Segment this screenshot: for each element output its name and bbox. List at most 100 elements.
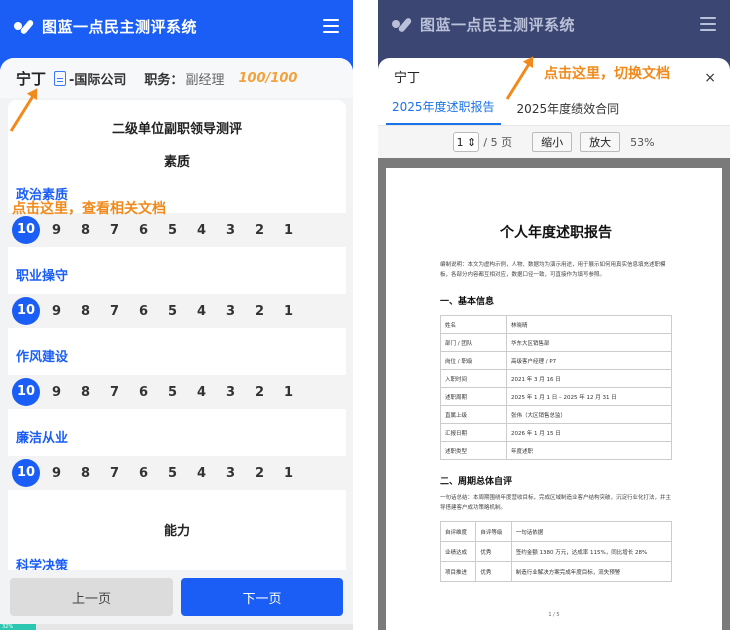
rating-row: 10 9 8 7 6 5 4 3 2 1 (8, 456, 346, 490)
app-header: 图蓝一点民主测评系统 (0, 0, 353, 52)
user-company: -国际公司 (69, 72, 127, 88)
rating-option[interactable]: 6 (129, 223, 158, 238)
rating-option[interactable]: 5 (158, 304, 187, 319)
annotation-switch-doc: 点击这里，切换文档 (544, 66, 670, 82)
item-label-ethics: 职业操守 (16, 269, 69, 284)
prev-page-button[interactable]: 上一页 (10, 578, 173, 616)
doc-summary: 一句话总结：本周期围绕年度营收目标，完成区域制造业客户结构突破，沉淀行业化打法，… (440, 495, 672, 511)
document-icon[interactable] (54, 70, 67, 86)
doc-title: 个人年度述职报告 (500, 225, 612, 241)
rating-option[interactable]: 1 (274, 385, 303, 400)
next-page-button[interactable]: 下一页 (181, 578, 343, 616)
document-tabs: 2025年度述职报告 2025年度绩效合同 (378, 94, 730, 126)
rating-option[interactable]: 4 (187, 466, 216, 481)
table-row: 项目推进 优秀 制造行业解决方案完成年度目标，流失预警 (439, 561, 673, 582)
rating-option-selected[interactable]: 10 (12, 459, 40, 487)
survey-title: 二级单位副职领导测评 (111, 122, 242, 137)
zoom-in-button[interactable]: 放大 (580, 132, 621, 152)
sheet-title: 宁丁 (394, 70, 421, 86)
table-row: 入职时间 2021 年 3 月 16 日 (440, 369, 672, 388)
rating-option[interactable]: 3 (216, 304, 245, 319)
rating-option[interactable]: 3 (216, 466, 245, 481)
basic-info-table: 姓名 林晓晴 部门 / 团队 华东大区销售部 岗位 / 职级 高级客户经理 / P7 … (440, 315, 672, 460)
progress-fill: 32% (0, 624, 36, 630)
rating-option[interactable]: 7 (100, 223, 129, 238)
rating-option[interactable]: 6 (129, 385, 158, 400)
rating-option[interactable]: 5 (158, 466, 187, 481)
section-title-quality: 素质 (163, 155, 190, 170)
hamburger-menu-icon (700, 17, 716, 31)
table-row: 自评维度 自评等级 一句话依据 (439, 521, 673, 542)
tab-report[interactable]: 2025年度述职报告 (386, 98, 501, 125)
rating-option[interactable]: 9 (42, 304, 71, 319)
rating-option[interactable]: 4 (187, 223, 216, 238)
app-logo-icon (14, 16, 38, 36)
duty-label: 职务： (144, 72, 184, 88)
rating-option[interactable]: 7 (100, 466, 129, 481)
rating-option[interactable]: 8 (71, 223, 100, 238)
rating-option[interactable]: 8 (71, 385, 100, 400)
rating-option[interactable]: 1 (274, 304, 303, 319)
page-select-value: 1 (456, 135, 464, 149)
rating-option[interactable]: 9 (42, 385, 71, 400)
rating-option[interactable]: 9 (42, 466, 71, 481)
survey-card: 二级单位副职领导测评 素质 政治素质 10 9 8 7 6 5 4 3 2 1 … (8, 100, 346, 580)
document-screen: 图蓝一点民主测评系统 宁丁 × 2025年度述职报告 2025年度绩效合同 1 … (378, 0, 730, 630)
rating-option[interactable]: 7 (100, 304, 129, 319)
rating-option-selected[interactable]: 10 (12, 378, 40, 406)
duty-value: 副经理 (185, 72, 225, 88)
zoom-out-button[interactable]: 缩小 (532, 132, 573, 152)
rating-option[interactable]: 9 (42, 223, 71, 238)
rating-option[interactable]: 6 (129, 466, 158, 481)
item-label-integrity: 廉洁从业 (16, 431, 69, 446)
pdf-viewer[interactable]: 个人年度述职报告 编制说明：本文为虚构示例，人物、数据均为演示用途，用于展示如何… (378, 158, 730, 630)
rating-option[interactable]: 2 (245, 466, 274, 481)
rating-option[interactable]: 8 (71, 466, 100, 481)
app-title: 图蓝一点民主测评系统 (420, 15, 576, 34)
page-total: / 5 页 (483, 136, 513, 149)
hamburger-menu-icon[interactable] (323, 19, 339, 33)
score-badge: 100/100 (238, 70, 298, 86)
document-sheet: 宁丁 × 2025年度述职报告 2025年度绩效合同 1 ⇕ / 5 页 缩小 … (378, 58, 730, 630)
pdf-page: 个人年度述职报告 编制说明：本文为虚构示例，人物、数据均为演示用途，用于展示如何… (386, 168, 722, 630)
doc-note: 编制说明：本文为虚构示例，人物、数据均为演示用途，用于展示如何用真实信息填充述职… (440, 262, 666, 278)
rating-option[interactable]: 2 (245, 385, 274, 400)
rating-option[interactable]: 7 (100, 385, 129, 400)
self-eval-table: 自评维度 自评等级 一句话依据 业绩达成 优秀 签约金额 1380 万元，达成率 115… (439, 521, 673, 582)
table-row: 述职类型 年度述职 (440, 441, 672, 460)
zoom-level: 53% (630, 135, 655, 149)
rating-row: 10 9 8 7 6 5 4 3 2 1 (8, 213, 346, 247)
rating-option[interactable]: 1 (274, 466, 303, 481)
survey-screen: 图蓝一点民主测评系统 宁丁 -国际公司 职务： 副经理 100/100 二级单位… (0, 0, 353, 630)
pdf-toolbar: 1 ⇕ / 5 页 缩小 放大 53% (378, 126, 730, 158)
user-info-bar: 宁丁 -国际公司 职务： 副经理 100/100 (0, 58, 353, 98)
rating-option[interactable]: 1 (274, 223, 303, 238)
rating-option[interactable]: 5 (158, 223, 187, 238)
page-footer: 1 / 5 (548, 612, 560, 618)
tab-contract[interactable]: 2025年度绩效合同 (511, 100, 626, 125)
progress-bar: 32% (0, 624, 353, 630)
table-row: 直属上级 张伟（大区销售总监） (440, 405, 672, 424)
table-row: 姓名 林晓晴 (440, 315, 672, 334)
pagination-bar: 上一页 下一页 (0, 570, 353, 630)
page-select[interactable]: 1 ⇕ (453, 132, 480, 152)
rating-option[interactable]: 6 (129, 304, 158, 319)
rating-option-selected[interactable]: 10 (12, 216, 40, 244)
rating-option[interactable]: 2 (245, 223, 274, 238)
close-icon[interactable]: × (704, 70, 716, 86)
doc-heading-self-eval: 二、周期总体自评 (440, 477, 513, 487)
rating-option[interactable]: 5 (158, 385, 187, 400)
rating-option[interactable]: 2 (245, 304, 274, 319)
table-row: 部门 / 团队 华东大区销售部 (440, 333, 672, 352)
rating-option[interactable]: 4 (187, 304, 216, 319)
survey-body: 宁丁 -国际公司 职务： 副经理 100/100 二级单位副职领导测评 素质 政… (0, 58, 353, 630)
rating-option[interactable]: 8 (71, 304, 100, 319)
rating-option[interactable]: 3 (216, 385, 245, 400)
app-title: 图蓝一点民主测评系统 (42, 17, 198, 36)
rating-option[interactable]: 3 (216, 223, 245, 238)
table-row: 岗位 / 职级 高级客户经理 / P7 (440, 351, 672, 370)
table-row: 述职周期 2025 年 1 月 1 日 – 2025 年 12 月 31 日 (440, 387, 672, 406)
rating-option[interactable]: 4 (187, 385, 216, 400)
app-logo-icon (392, 14, 416, 34)
rating-option-selected[interactable]: 10 (12, 297, 40, 325)
